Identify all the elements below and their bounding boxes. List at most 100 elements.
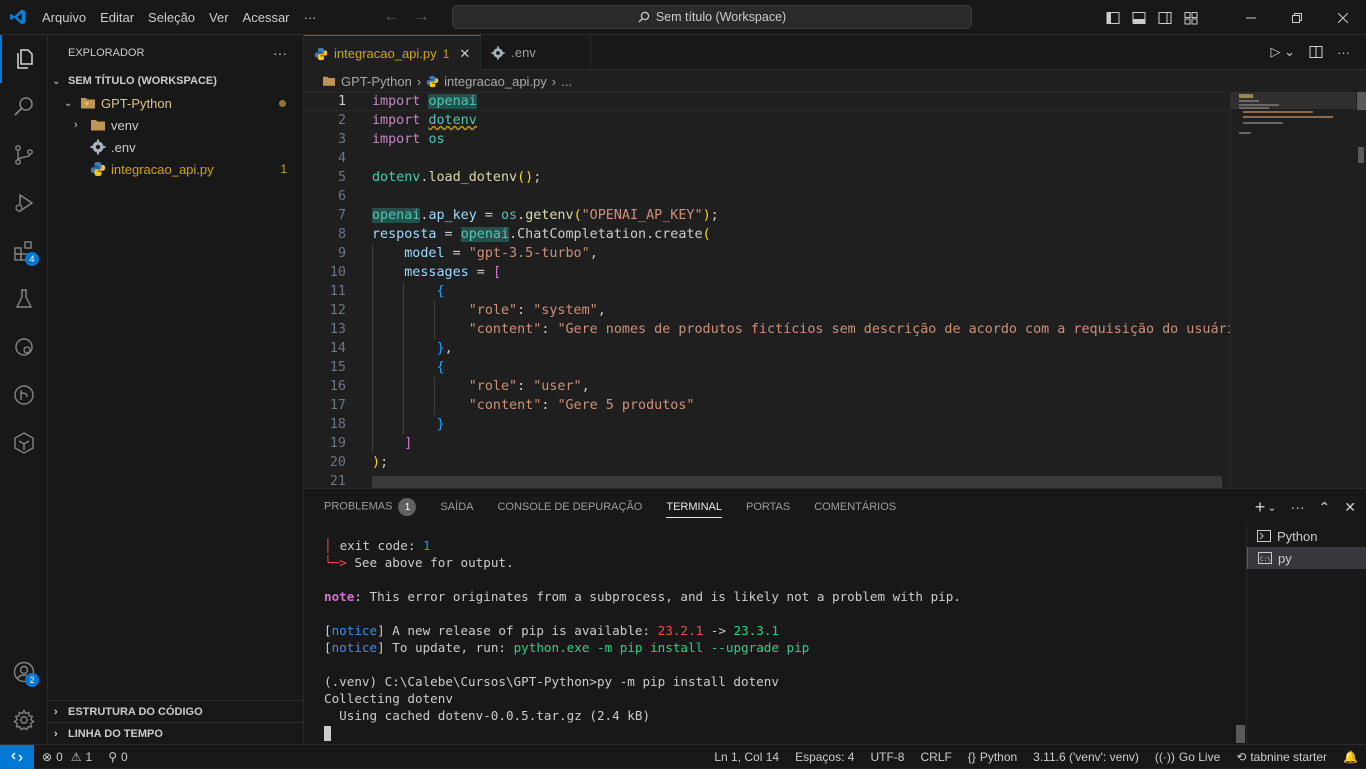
menu-editar[interactable]: Editar <box>93 0 141 35</box>
cursor-position[interactable]: Ln 1, Col 14 <box>706 750 787 764</box>
extensions-badge: 4 <box>25 252 39 266</box>
terminal-output[interactable]: │ exit code: 1 ╰─> See above for output. … <box>324 537 1244 741</box>
minimap[interactable] <box>1230 92 1366 488</box>
explorer-more-button[interactable]: ··· <box>273 45 287 61</box>
cube-extension-icon[interactable] <box>0 419 48 467</box>
code-line: { <box>436 284 445 299</box>
minimize-icon[interactable] <box>1228 0 1274 35</box>
terminal-scrollbar[interactable] <box>1236 725 1245 743</box>
editor-scrollbar[interactable] <box>1357 92 1366 110</box>
python-interpreter[interactable]: 3.11.6 ('venv': venv) <box>1025 750 1147 764</box>
breadcrumb-symbol[interactable]: ... <box>561 74 572 89</box>
run-debug-icon[interactable] <box>0 179 48 227</box>
ports-count: 0 <box>121 749 128 764</box>
extensions-icon[interactable]: 4 <box>0 227 48 275</box>
back-arrow-icon[interactable]: ← <box>384 8 400 26</box>
new-terminal-icon[interactable]: + <box>1255 497 1266 518</box>
accounts-badge: 2 <box>25 673 39 687</box>
explorer-icon[interactable] <box>0 35 48 83</box>
close-icon[interactable]: ✕ <box>459 46 470 62</box>
language-mode[interactable]: {} Python <box>960 750 1025 764</box>
breadcrumb-file[interactable]: integracao_api.py <box>444 74 547 89</box>
timeline-section[interactable]: › LINHA DO TEMPO <box>48 722 304 744</box>
toggle-primary-sidebar-icon[interactable] <box>1100 0 1126 35</box>
tree-item-integracao[interactable]: integracao_api.py 1 <box>48 158 303 180</box>
encoding[interactable]: UTF-8 <box>862 750 912 764</box>
menu-arquivo[interactable]: Arquivo <box>35 0 93 35</box>
horizontal-scrollbar[interactable] <box>372 476 1222 488</box>
terminal-py[interactable]: C:\ py <box>1247 547 1366 569</box>
restore-icon[interactable] <box>1274 0 1320 35</box>
indentation[interactable]: Espaços: 4 <box>787 750 862 764</box>
run-python-icon[interactable]: ▷ ⌄ <box>1270 44 1295 60</box>
terminal-cursor <box>324 724 1244 741</box>
code-line: "role": "system", <box>468 303 606 318</box>
split-editor-icon[interactable] <box>1309 45 1323 59</box>
panel-tab-comments[interactable]: COMENTÁRIOS <box>814 501 896 513</box>
tree-item-label: venv <box>111 117 139 133</box>
forward-arrow-icon[interactable]: → <box>414 8 430 26</box>
accounts-icon[interactable]: 2 <box>0 648 48 696</box>
outline-label: ESTRUTURA DO CÓDIGO <box>68 705 203 718</box>
code-line: openai.ap_key = os.getenv("OPENAI_AP_KEY… <box>372 208 719 223</box>
panel-tab-output[interactable]: SAÍDA <box>440 501 473 513</box>
panel-tab-terminal[interactable]: TERMINAL <box>666 501 722 518</box>
outline-section[interactable]: › ESTRUTURA DO CÓDIGO <box>48 700 304 722</box>
terminal-line: ╰─> See above for output. <box>324 555 514 570</box>
menu-acessar[interactable]: Acessar <box>236 0 297 35</box>
command-center[interactable]: Sem título (Workspace) <box>452 5 972 29</box>
terminal-python[interactable]: Python <box>1247 525 1366 547</box>
warning-count: 1 <box>85 749 93 764</box>
terminal-line: [notice] A new release of pip is availab… <box>324 623 779 638</box>
tree-item-label: .env <box>111 139 136 155</box>
tab-env[interactable]: .env <box>481 35 592 70</box>
toggle-panel-icon[interactable] <box>1126 0 1152 35</box>
git-graph-icon[interactable] <box>0 371 48 419</box>
tree-item-env[interactable]: .env <box>48 136 303 158</box>
menu-more[interactable]: ··· <box>297 0 324 35</box>
line-number: 13 <box>329 322 346 337</box>
gear-icon <box>491 45 505 60</box>
chevron-down-icon[interactable]: ⌄ <box>1267 501 1276 514</box>
more-actions-icon[interactable]: ··· <box>1291 499 1305 515</box>
customize-layout-icon[interactable] <box>1178 0 1204 35</box>
close-panel-icon[interactable]: ✕ <box>1344 499 1356 516</box>
code-line: import os <box>372 132 445 147</box>
error-icon: ⊗ <box>42 749 53 764</box>
warning-icon: ⚠ <box>70 749 82 764</box>
code-editor[interactable]: 1 import openai 2 import dotenv 3 import os… <box>304 92 1230 488</box>
code-line: resposta = openai.ChatCompletation.creat… <box>372 227 711 242</box>
notifications-bell-icon[interactable]: 🔔 <box>1335 750 1366 764</box>
toggle-secondary-sidebar-icon[interactable] <box>1152 0 1178 35</box>
tab-problems: 1 <box>442 46 450 61</box>
go-live-button[interactable]: ((·)) Go Live <box>1147 750 1228 764</box>
line-number: 14 <box>329 341 346 356</box>
tabnine-status[interactable]: ⟲ tabnine starter <box>1228 750 1335 764</box>
menu-selecao[interactable]: Seleção <box>141 0 202 35</box>
tree-item-gpt-python[interactable]: ⌄ GPT-Python <box>48 92 303 114</box>
panel-tab-problems[interactable]: PROBLEMAS 1 <box>324 498 417 516</box>
tree-item-label: integracao_api.py <box>111 161 214 177</box>
source-control-icon[interactable] <box>0 131 48 179</box>
remote-explorer-icon[interactable] <box>0 323 48 371</box>
panel-tab-debug-console[interactable]: CONSOLE DE DEPURAÇÃO <box>497 501 642 513</box>
problems-count: 1 <box>280 162 287 176</box>
tab-integracao-api[interactable]: integracao_api.py 1 ✕ <box>304 35 482 71</box>
problems-status[interactable]: ⊗ 0 ⚠ 1 <box>34 750 100 764</box>
code-line: ] <box>404 436 413 451</box>
menu-ver[interactable]: Ver <box>202 0 236 35</box>
testing-icon[interactable] <box>0 275 48 323</box>
manage-gear-icon[interactable] <box>0 696 48 744</box>
search-icon[interactable] <box>0 83 48 131</box>
panel-tab-ports[interactable]: PORTAS <box>746 501 790 513</box>
code-line: "content": "Gere nomes de produtos fictí… <box>468 322 1230 337</box>
more-actions-icon[interactable]: ··· <box>1337 45 1350 60</box>
ports-status[interactable]: ⚲ 0 <box>100 750 135 764</box>
end-of-line[interactable]: CRLF <box>912 750 959 764</box>
workspace-header[interactable]: ⌄ SEM TÍTULO (WORKSPACE) <box>48 70 303 92</box>
remote-indicator-icon[interactable] <box>0 744 34 769</box>
close-icon[interactable] <box>1320 0 1366 35</box>
maximize-panel-icon[interactable]: ⌃ <box>1319 499 1331 516</box>
tree-item-venv[interactable]: › venv <box>48 114 303 136</box>
breadcrumb-folder[interactable]: GPT-Python <box>341 74 412 89</box>
